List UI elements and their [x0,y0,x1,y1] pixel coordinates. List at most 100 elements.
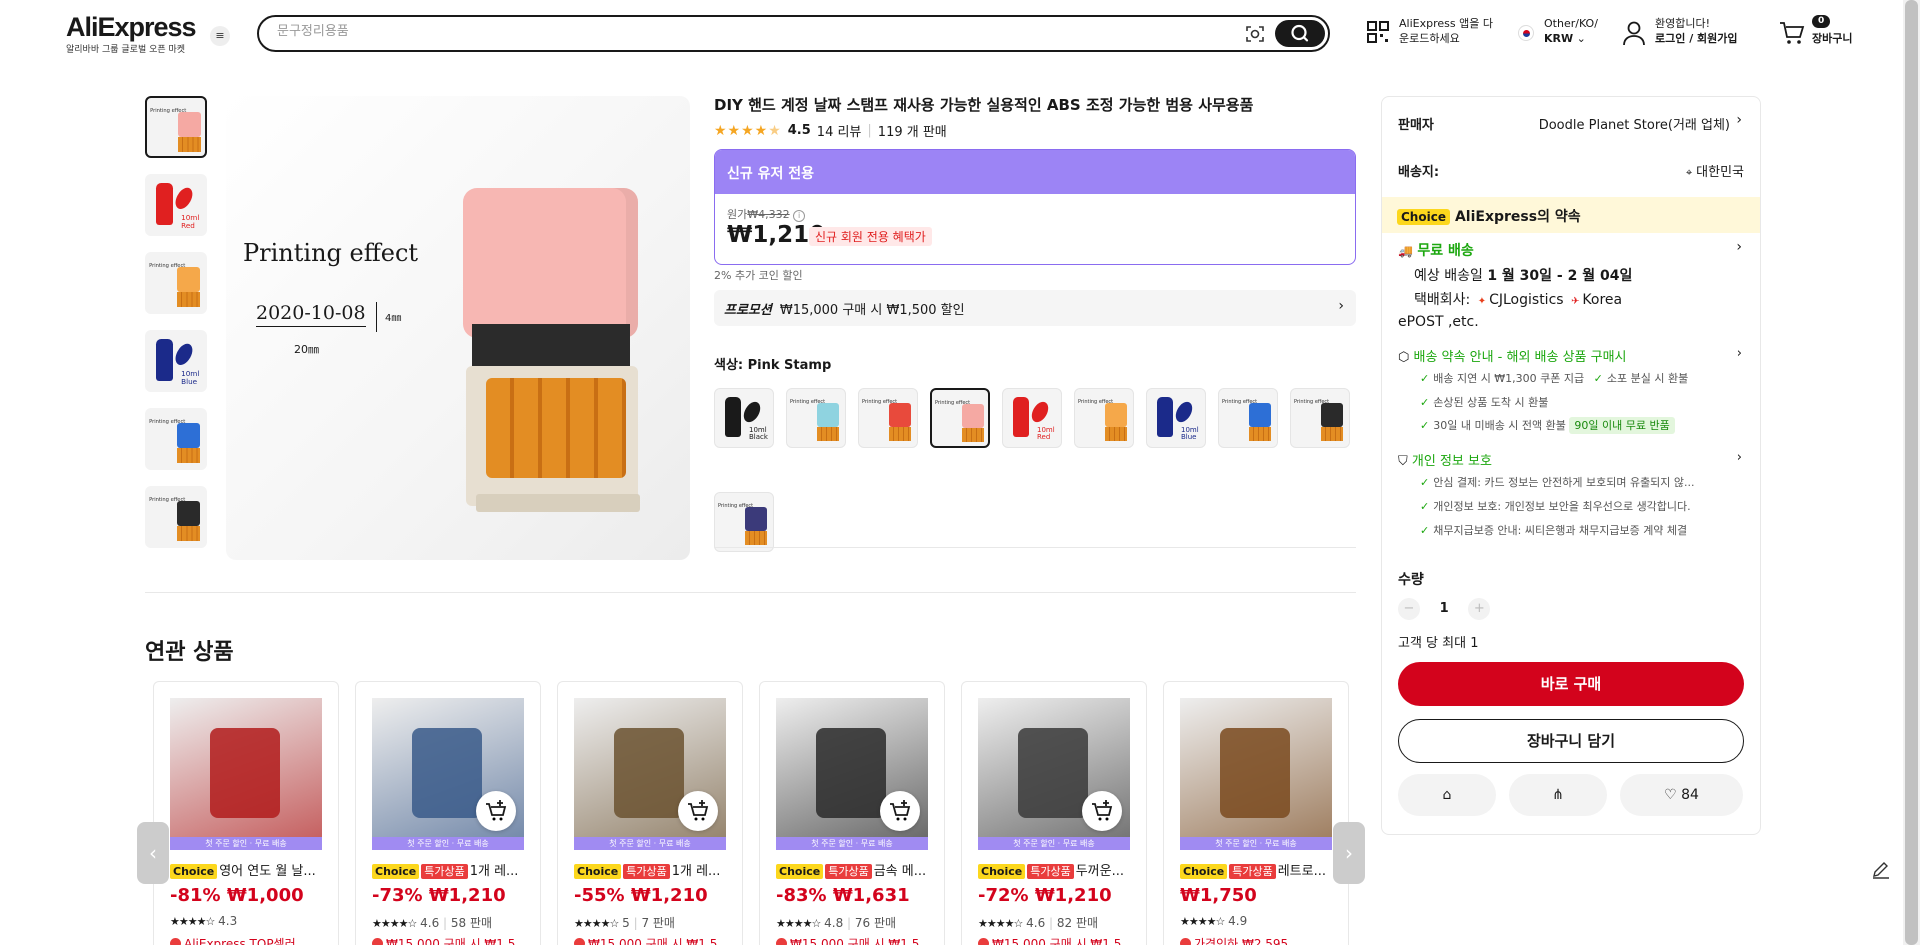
product-card[interactable]: 첫 주문 할인 · 무료 배송 Choice 특가상품 레트로... ₩1,750 … [1163,681,1349,945]
product-card[interactable]: 첫 주문 할인 · 무료 배송 Choice 특가상품 1개 레... -73% ₩… [355,681,541,945]
user-icon [1623,21,1645,46]
locale-line1: Other/KO/ [1544,17,1598,30]
color-swatch[interactable]: Printing effect [930,388,990,448]
card-band: 첫 주문 할인 · 무료 배송 [978,837,1130,850]
ship-to-country[interactable]: ⌖ 대한민국 [1398,161,1744,180]
quantity-label: 수량 [1398,572,1424,588]
thumbnail[interactable]: Printing effect [145,408,207,470]
cart-label: 장바구니 [1812,32,1853,45]
location-pin-icon: ⌖ [1685,166,1693,179]
product-card[interactable]: 첫 주문 할인 · 무료 배송 Choice 특가상품 금속 메... -83% ₩… [759,681,945,945]
choice-promise-text: AliExpress의 약속 [1454,209,1581,225]
card-promo-icon [978,938,989,945]
card-image [1180,698,1332,850]
thumbnail[interactable]: 10ml Blue [145,330,207,392]
seller-name[interactable]: Doodle Planet Store(거래 업체) [1398,114,1744,133]
color-swatch[interactable]: Printing effect [858,388,918,448]
product-title: DIY 핸드 계정 날짜 스탬프 재사용 가능한 실용적인 ABS 조정 가능한… [714,96,1254,114]
card-band: 첫 주문 할인 · 무료 배송 [1180,837,1332,850]
app-download[interactable]: AliExpress 앱을 다 운로드하세요 [1366,16,1493,46]
price-box: 신규 유저 전용 원가₩4,332 i ₩1,210 신규 회원 전용 혜택가 [714,149,1356,265]
main-product-image[interactable]: Printing effect 2020-10-08 4㎜ 20㎜ [226,96,690,560]
category-menu-icon[interactable]: ≡ [210,26,230,46]
swatch-label: 10ml Blue [181,369,200,386]
quantity-value[interactable]: 1 [1424,601,1464,616]
card-image [170,698,322,850]
product-card[interactable]: 첫 주문 할인 · 무료 배송 Choice 특가상품 두꺼운... -72% ₩1… [961,681,1147,945]
color-swatch[interactable]: 10ml Blue [1146,388,1206,448]
color-swatch[interactable]: Printing effect [1290,388,1350,448]
chevron-right-icon: › [1736,112,1742,128]
cart-count-badge: 0 [1812,15,1831,28]
thumbnail[interactable]: Printing effect [145,486,207,548]
share-button[interactable]: ⋔ [1509,774,1607,816]
search-button[interactable] [1275,20,1325,47]
add-to-cart-icon[interactable] [678,791,718,831]
color-swatch[interactable]: 10ml Black [714,388,774,448]
scroll-thumb[interactable] [1905,0,1918,945]
product-card[interactable]: 첫 주문 할인 · 무료 배송 Choice 특가상품 1개 레... -55% ₩… [557,681,743,945]
review-count[interactable]: 14 리뷰 [817,121,862,140]
add-to-cart-icon[interactable] [1082,791,1122,831]
card-title: Choice 특가상품 두꺼운... [978,860,1138,879]
swatch-label: 10ml Blue [1181,426,1199,441]
image-search-icon[interactable] [1244,23,1266,45]
logo-subtitle: 알리바바 그룹 글로벌 오픈 마켓 [66,45,186,55]
shield-box-icon: ⬡ [1398,350,1410,365]
original-price: 원가₩4,332 i [727,206,806,222]
free-shipping-row[interactable]: 🚚 무료 배송 › [1398,239,1744,260]
color-swatch[interactable]: 10ml Red [1002,388,1062,448]
add-to-cart-button[interactable]: 장바구니 담기 [1398,719,1744,763]
decrease-button[interactable]: − [1398,598,1420,620]
login-link[interactable]: 로그인 / 회원가입 [1655,32,1738,45]
divider [714,547,1356,548]
rating-row: ★★★★★ 4.5 14 리뷰 | 119 개 판매 [714,121,947,141]
add-to-cart-icon[interactable] [880,791,920,831]
shield-icon: ⛉ [1398,454,1408,469]
card-price: -55% ₩1,210 [574,885,708,906]
carousel-prev-button[interactable]: ‹ [137,822,169,884]
wishlist-button[interactable]: ♡ 84 [1620,774,1743,816]
color-swatch[interactable]: Printing effect [714,492,774,552]
privacy-row[interactable]: ⛉ 개인 정보 보호 › [1398,450,1744,469]
card-promo: ₩15,000 구매 시 ₩1,5 [372,935,515,945]
quantity-stepper: − 1 + [1398,598,1744,620]
thumbnail[interactable]: Printing effect [145,96,207,158]
image-date: 2020-10-08 [256,302,366,327]
promotion-row[interactable]: 프로모션 ₩15,000 구매 시 ₩1,500 할인 › [714,290,1356,326]
info-icon[interactable]: i [793,210,806,222]
image-text: Printing effect [243,239,419,267]
card-price: -81% ₩1,000 [170,885,304,906]
search-input[interactable] [277,24,1177,39]
thumbnail[interactable]: 10ml Red [145,174,207,236]
card-title: Choice 특가상품 1개 레... [574,860,734,879]
promotion-label: 프로모션 [724,303,772,318]
card-promo-icon [372,938,383,945]
color-swatch[interactable]: Printing effect [1074,388,1134,448]
truck-icon: 🚚 [1398,244,1413,258]
divider [145,592,1356,593]
carousel-next-button[interactable]: › [1333,822,1365,884]
search-icon [1291,24,1309,42]
scrollbar[interactable] [1903,0,1920,945]
locale-selector[interactable]: Other/KO/ KRW ⌄ [1518,16,1598,46]
color-swatch[interactable]: Printing effect [1218,388,1278,448]
product-card[interactable]: 첫 주문 할인 · 무료 배송 Choice 영어 연도 월 날... -81% … [153,681,339,945]
account[interactable]: 환영합니다! 로그인 / 회원가입 [1622,16,1738,46]
swatch-label: 10ml Black [749,426,768,441]
store-button[interactable]: ⌂ [1398,774,1496,816]
increase-button[interactable]: + [1468,598,1491,620]
add-to-cart-icon[interactable] [476,791,516,831]
delivery-promise-row[interactable]: ⬡ 배송 약속 안내 - 해외 배송 상품 구매시 › [1398,346,1744,365]
buy-now-button[interactable]: 바로 구매 [1398,662,1744,706]
card-title: Choice 특가상품 금속 메... [776,860,936,879]
thumbnail[interactable]: Printing effect [145,252,207,314]
carrier: 택배회사: ✦ CJLogistics ✈ Korea ePOST ,etc. [1398,292,1623,330]
logo-text[interactable]: AliExpress [66,14,197,41]
color-swatch[interactable]: Printing effect [786,388,846,448]
edit-icon[interactable] [1870,858,1892,880]
logo[interactable]: AliExpress 알리바바 그룹 글로벌 오픈 마켓 [66,14,197,56]
eta: 예상 배송일 1 월 30일 - 2 월 04일 [1414,268,1633,284]
choice-promise-bar: Choice AliExpress의 약속 [1382,197,1760,233]
color-label: 색상: Pink Stamp [714,358,832,373]
